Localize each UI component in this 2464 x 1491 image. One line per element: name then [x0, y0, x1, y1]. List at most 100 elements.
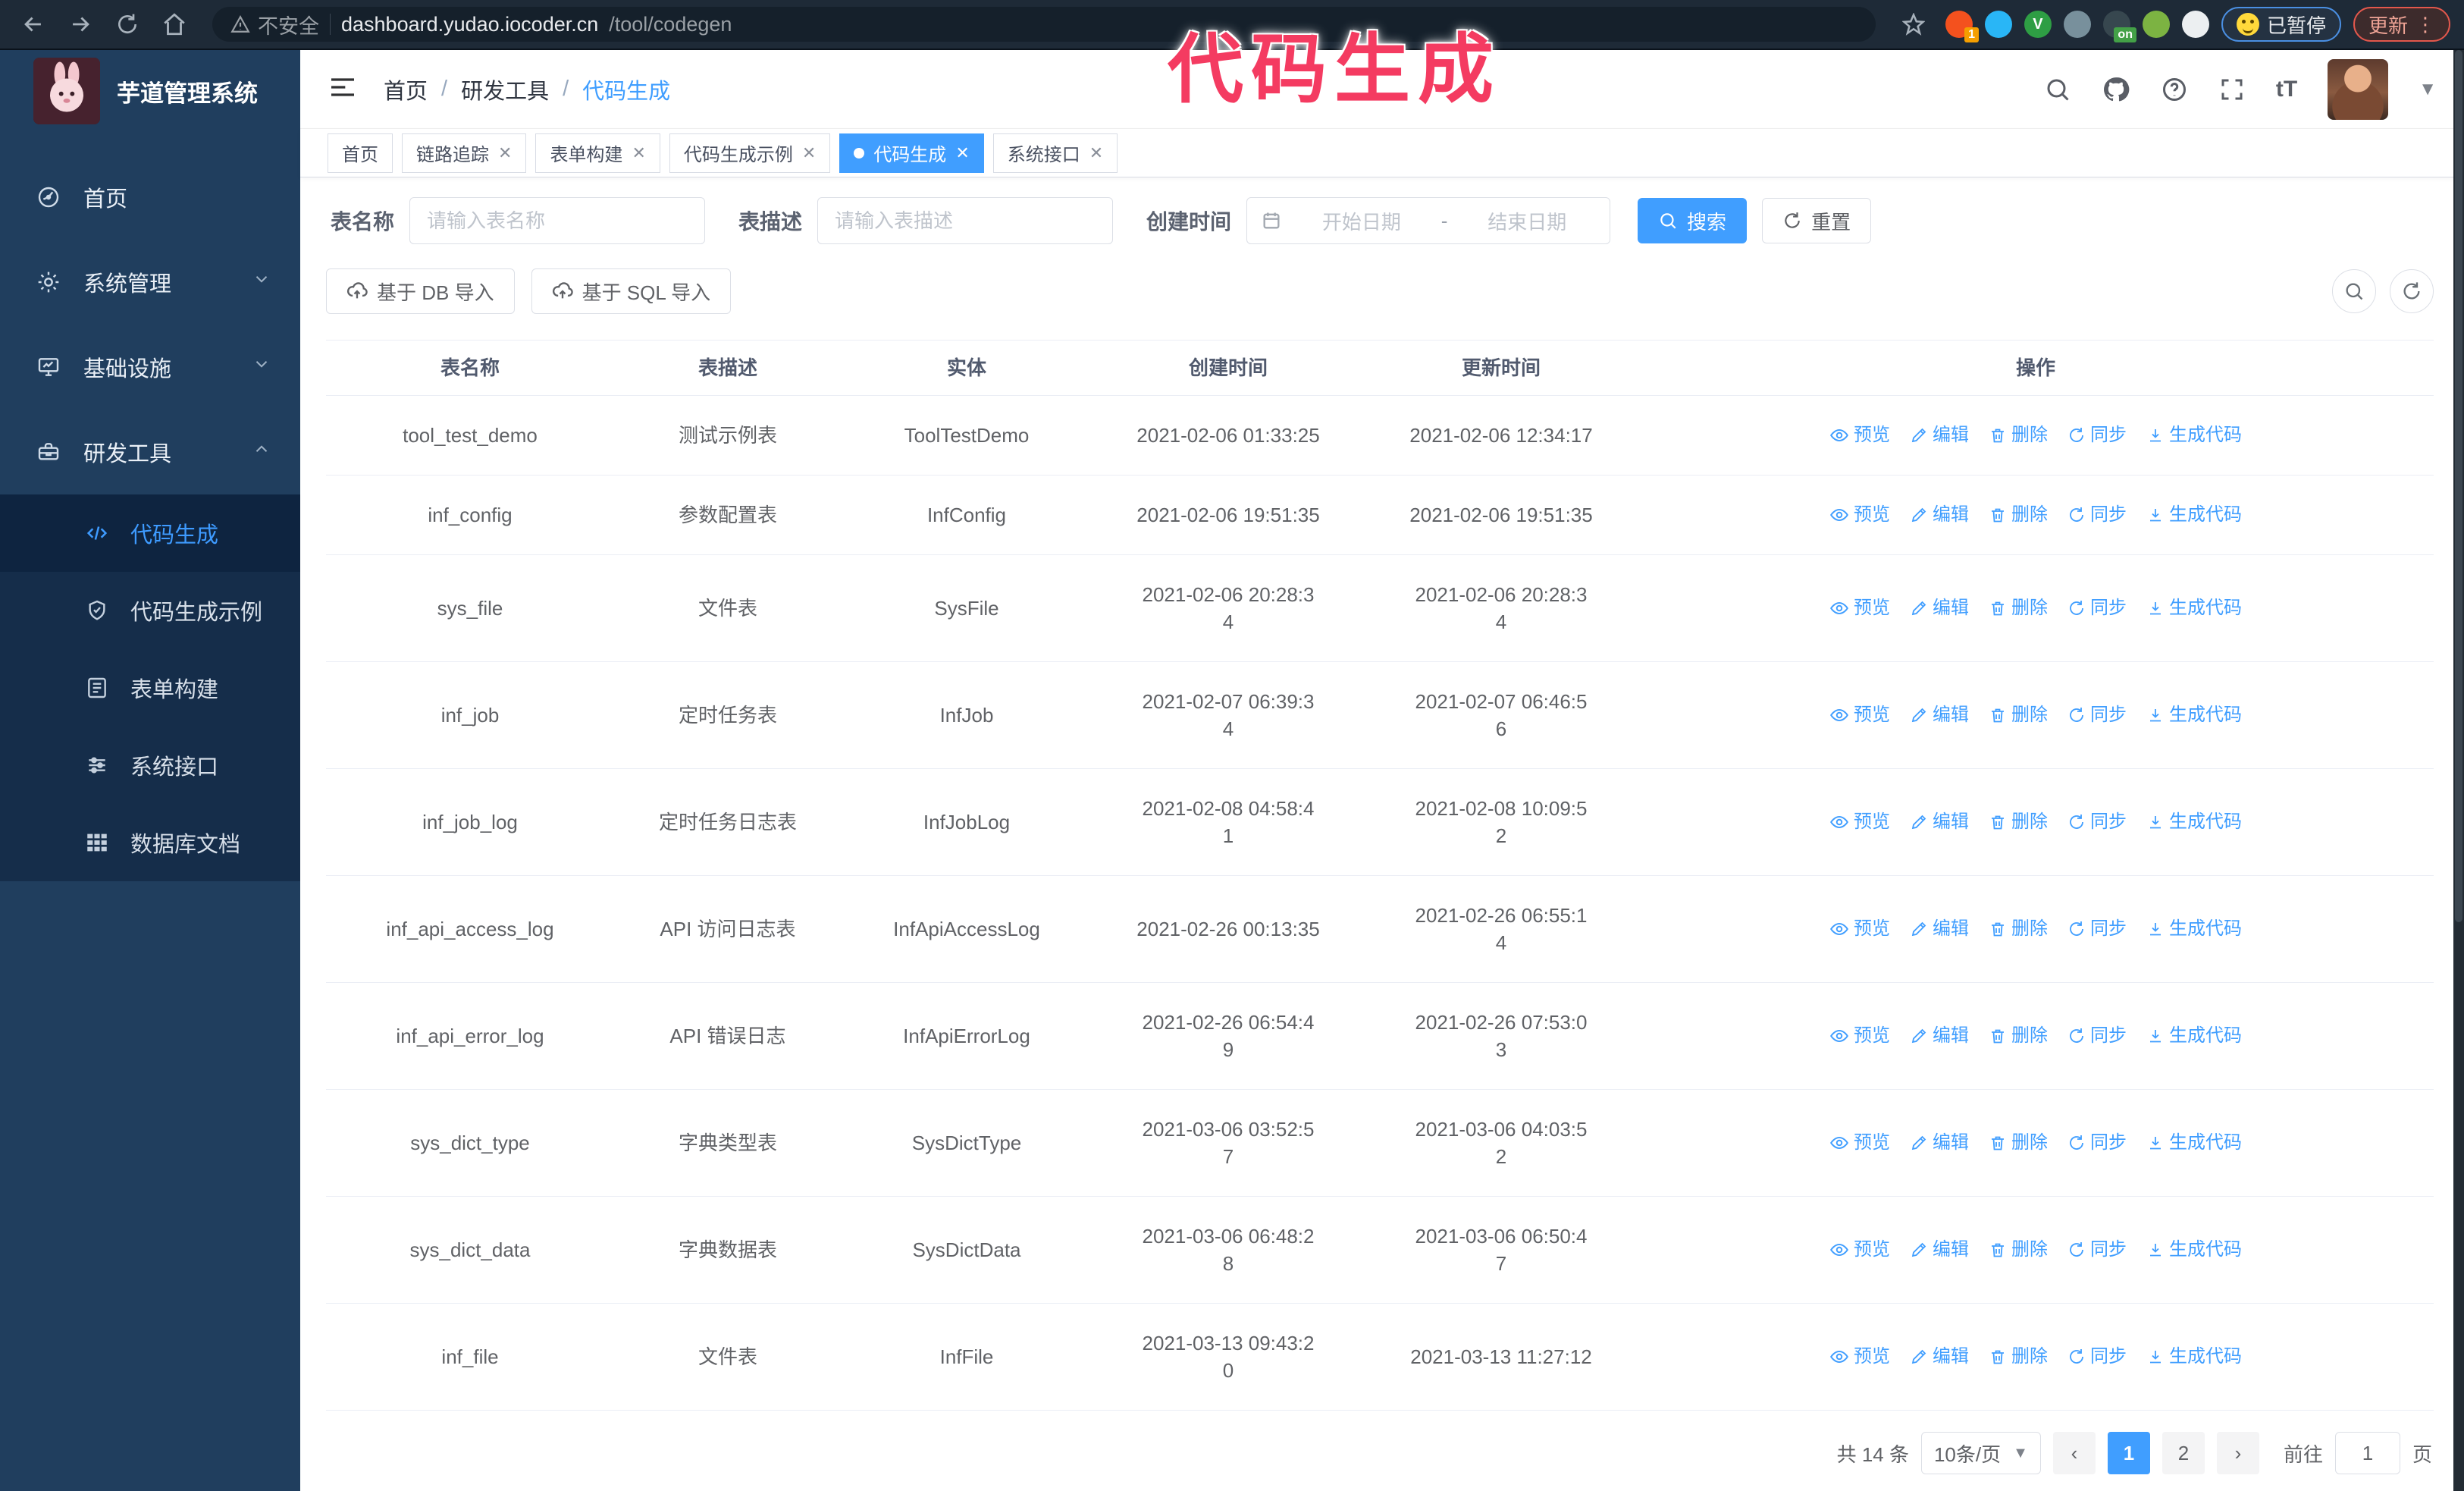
prev-page-button[interactable]: ‹ — [2052, 1432, 2096, 1474]
删除-action-link[interactable]: 删除 — [1989, 422, 2048, 449]
close-icon[interactable]: ✕ — [802, 143, 816, 163]
import-sql-button[interactable]: 基于 SQL 导入 — [531, 268, 732, 314]
同步-action-link[interactable]: 同步 — [2067, 1343, 2127, 1370]
paused-extension-pill[interactable]: 已暂停 — [2221, 7, 2341, 42]
reset-button[interactable]: 重置 — [1762, 198, 1872, 243]
sidebar-item-首页[interactable]: 首页 — [0, 155, 300, 240]
编辑-action-link[interactable]: 编辑 — [1910, 422, 1969, 449]
help-icon[interactable] — [2161, 76, 2188, 103]
url-bar[interactable]: 不安全 dashboard.yudao.iocoder.cn/tool/code… — [212, 7, 1876, 42]
sidebar-item-研发工具[interactable]: 研发工具 — [0, 410, 300, 494]
预览-action-link[interactable]: 预览 — [1829, 501, 1890, 529]
sidebar-item-表单构建[interactable]: 表单构建 — [0, 649, 300, 727]
tab-首页[interactable]: 首页 — [328, 133, 393, 173]
import-db-button[interactable]: 基于 DB 导入 — [326, 268, 515, 314]
预览-action-link[interactable]: 预览 — [1829, 1129, 1890, 1157]
编辑-action-link[interactable]: 编辑 — [1910, 501, 1969, 529]
tab-系统接口[interactable]: 系统接口 ✕ — [992, 133, 1118, 173]
fullscreen-icon[interactable] — [2218, 76, 2246, 103]
编辑-action-link[interactable]: 编辑 — [1910, 1236, 1969, 1263]
goto-page-input[interactable] — [2334, 1432, 2400, 1474]
forward-icon[interactable] — [61, 5, 100, 44]
删除-action-link[interactable]: 删除 — [1989, 1343, 2048, 1370]
date-range-picker[interactable]: 开始日期 - 结束日期 — [1246, 197, 1611, 244]
编辑-action-link[interactable]: 编辑 — [1910, 595, 1969, 622]
table-name-input[interactable] — [409, 197, 706, 244]
close-icon[interactable]: ✕ — [1089, 143, 1103, 163]
page-button-2[interactable]: 2 — [2161, 1432, 2205, 1474]
预览-action-link[interactable]: 预览 — [1829, 1236, 1890, 1263]
sidebar-item-代码生成[interactable]: 代码生成 — [0, 494, 300, 572]
toggle-search-button[interactable] — [2332, 269, 2376, 313]
chrome-menu-icon[interactable]: ⋮ — [2415, 13, 2435, 36]
删除-action-link[interactable]: 删除 — [1989, 1129, 2048, 1157]
预览-action-link[interactable]: 预览 — [1829, 915, 1890, 943]
sidebar-item-系统接口[interactable]: 系统接口 — [0, 727, 300, 804]
sidebar-item-系统管理[interactable]: 系统管理 — [0, 240, 300, 325]
删除-action-link[interactable]: 删除 — [1989, 1022, 2048, 1050]
next-page-button[interactable]: › — [2216, 1432, 2259, 1474]
编辑-action-link[interactable]: 编辑 — [1910, 808, 1969, 836]
同步-action-link[interactable]: 同步 — [2067, 1236, 2127, 1263]
tab-链路追踪[interactable]: 链路追踪 ✕ — [402, 133, 527, 173]
编辑-action-link[interactable]: 编辑 — [1910, 915, 1969, 943]
生成代码-action-link[interactable]: 生成代码 — [2146, 1022, 2242, 1050]
back-icon[interactable] — [14, 5, 53, 44]
预览-action-link[interactable]: 预览 — [1829, 1022, 1890, 1050]
生成代码-action-link[interactable]: 生成代码 — [2146, 1129, 2242, 1157]
table-desc-input[interactable] — [817, 197, 1114, 244]
编辑-action-link[interactable]: 编辑 — [1910, 702, 1969, 729]
security-warning[interactable]: 不安全 — [230, 10, 319, 39]
frog-extension-icon[interactable] — [2142, 11, 2170, 38]
sidebar-item-数据库文档[interactable]: 数据库文档 — [0, 804, 300, 881]
chevron-down-icon[interactable]: ▼ — [2419, 79, 2437, 100]
预览-action-link[interactable]: 预览 — [1829, 595, 1890, 622]
同步-action-link[interactable]: 同步 — [2067, 1022, 2127, 1050]
编辑-action-link[interactable]: 编辑 — [1910, 1129, 1969, 1157]
chrome-update-button[interactable]: 更新 ⋮ — [2353, 7, 2450, 42]
删除-action-link[interactable]: 删除 — [1989, 808, 2048, 836]
page-button-1[interactable]: 1 — [2107, 1432, 2150, 1474]
预览-action-link[interactable]: 预览 — [1829, 702, 1890, 729]
blue-gem-extension-icon[interactable] — [1984, 11, 2012, 38]
breadcrumb-item-研发工具[interactable]: 研发工具 — [461, 74, 549, 105]
tab-代码生成示例[interactable]: 代码生成示例 ✕ — [669, 133, 831, 173]
预览-action-link[interactable]: 预览 — [1829, 808, 1890, 836]
删除-action-link[interactable]: 删除 — [1989, 915, 2048, 943]
生成代码-action-link[interactable]: 生成代码 — [2146, 915, 2242, 943]
home-icon[interactable] — [155, 5, 194, 44]
删除-action-link[interactable]: 删除 — [1989, 501, 2048, 529]
breadcrumb-item-代码生成[interactable]: 代码生成 — [582, 74, 670, 105]
同步-action-link[interactable]: 同步 — [2067, 915, 2127, 943]
avatar[interactable] — [2328, 58, 2389, 120]
hamburger-icon[interactable] — [328, 72, 358, 106]
window-scrollbar[interactable] — [2453, 50, 2464, 1491]
预览-action-link[interactable]: 预览 — [1829, 422, 1890, 449]
github-icon[interactable] — [2102, 75, 2130, 104]
close-icon[interactable]: ✕ — [955, 143, 969, 163]
生成代码-action-link[interactable]: 生成代码 — [2146, 422, 2242, 449]
on-extension-icon[interactable]: on — [2102, 11, 2136, 42]
同步-action-link[interactable]: 同步 — [2067, 1129, 2127, 1157]
green-v-extension-icon[interactable]: V — [2024, 11, 2052, 38]
sidebar-item-基础设施[interactable]: 基础设施 — [0, 325, 300, 410]
puzzle-extension-icon[interactable] — [2181, 11, 2209, 38]
编辑-action-link[interactable]: 编辑 — [1910, 1022, 1969, 1050]
close-icon[interactable]: ✕ — [632, 143, 645, 163]
删除-action-link[interactable]: 删除 — [1989, 1236, 2048, 1263]
生成代码-action-link[interactable]: 生成代码 — [2146, 1343, 2242, 1370]
orange-extension-icon[interactable]: 1 — [1945, 11, 1979, 42]
gray-drop-extension-icon[interactable] — [2063, 11, 2091, 38]
预览-action-link[interactable]: 预览 — [1829, 1343, 1890, 1370]
bookmark-star-icon[interactable] — [1894, 5, 1933, 44]
编辑-action-link[interactable]: 编辑 — [1910, 1343, 1969, 1370]
删除-action-link[interactable]: 删除 — [1989, 595, 2048, 622]
生成代码-action-link[interactable]: 生成代码 — [2146, 702, 2242, 729]
reload-icon[interactable] — [108, 5, 147, 44]
refresh-table-button[interactable] — [2390, 269, 2434, 313]
search-button[interactable]: 搜索 — [1638, 198, 1748, 243]
scrollbar-thumb[interactable] — [2455, 50, 2462, 922]
font-size-icon[interactable]: tT — [2276, 77, 2297, 102]
logo-row[interactable]: 芋道管理系统 — [0, 50, 300, 132]
sidebar-item-代码生成示例[interactable]: 代码生成示例 — [0, 572, 300, 649]
